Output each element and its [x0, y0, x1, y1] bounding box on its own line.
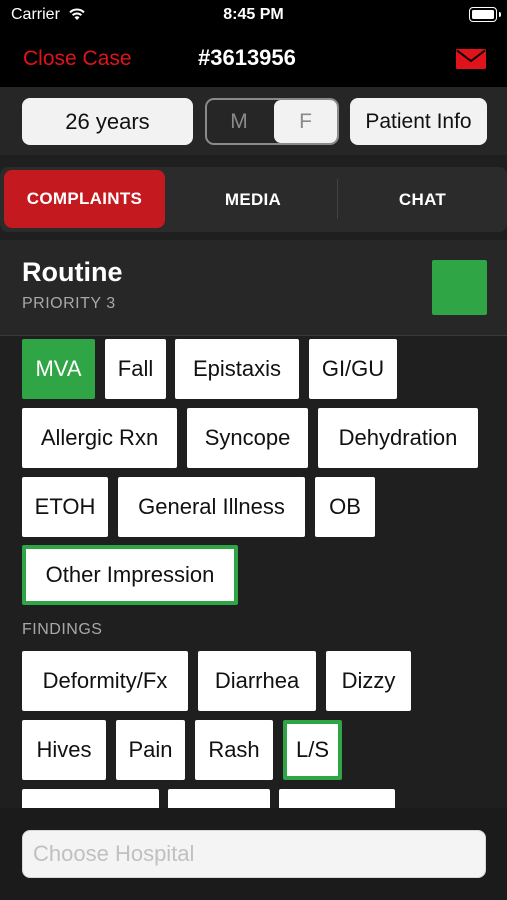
priority-color-swatch[interactable]	[432, 260, 487, 315]
impression-chip-gigu[interactable]: GI/GU	[309, 339, 397, 399]
findings-section-label: FINDINGS	[22, 621, 103, 638]
impression-chip-mva[interactable]: MVA	[22, 339, 95, 399]
tab-media[interactable]: MEDIA	[170, 167, 336, 232]
priority-card[interactable]: Routine PRIORITY 3	[0, 240, 507, 336]
impression-chip-general-illness[interactable]: General Illness	[118, 477, 305, 537]
complaints-scroll-area[interactable]: Routine PRIORITY 3 MVA Fall Epistaxis GI…	[0, 240, 507, 808]
sex-option-f[interactable]: F	[274, 100, 337, 143]
finding-chip-hives[interactable]: Hives	[22, 720, 106, 780]
finding-chip-partial[interactable]	[279, 789, 395, 808]
tab-chat[interactable]: CHAT	[338, 167, 507, 232]
age-button[interactable]: 26 years	[22, 98, 193, 145]
clock: 8:45 PM	[223, 6, 284, 23]
finding-chip-rash[interactable]: Rash	[195, 720, 273, 780]
status-bar: Carrier 8:45 PM	[0, 0, 507, 32]
finding-chip-pain[interactable]: Pain	[116, 720, 185, 780]
patient-row: 26 years M F Patient Info	[0, 87, 507, 155]
navigation-bar: Close Case #3613956	[0, 32, 507, 87]
sex-option-m[interactable]: M	[207, 100, 271, 143]
bottom-bar	[0, 808, 507, 900]
mail-icon[interactable]	[456, 49, 486, 69]
case-number: #3613956	[198, 45, 296, 70]
finding-chip-diarrhea[interactable]: Diarrhea	[198, 651, 316, 711]
impression-chip-ob[interactable]: OB	[315, 477, 375, 537]
segmented-tabs: COMPLAINTS MEDIA CHAT	[0, 167, 507, 232]
priority-level: PRIORITY 3	[22, 295, 116, 312]
choose-hospital-input[interactable]	[22, 830, 486, 878]
finding-chip-dizzy[interactable]: Dizzy	[326, 651, 411, 711]
impression-chip-fall[interactable]: Fall	[105, 339, 166, 399]
finding-chip-partial[interactable]	[168, 789, 270, 808]
patient-info-button[interactable]: Patient Info	[350, 98, 487, 145]
impression-chip-etoh[interactable]: ETOH	[22, 477, 108, 537]
finding-chip-ls[interactable]: L/S	[283, 720, 342, 780]
finding-chip-partial[interactable]	[22, 789, 159, 808]
tab-complaints[interactable]: COMPLAINTS	[4, 170, 165, 228]
finding-chip-deformity-fx[interactable]: Deformity/Fx	[22, 651, 188, 711]
impression-chip-other[interactable]: Other Impression	[22, 545, 238, 605]
impression-chip-syncope[interactable]: Syncope	[187, 408, 308, 468]
impression-chip-dehydration[interactable]: Dehydration	[318, 408, 478, 468]
priority-title: Routine	[22, 257, 123, 287]
sex-toggle[interactable]: M F	[205, 98, 339, 145]
battery-icon	[469, 7, 501, 22]
impression-chip-epistaxis[interactable]: Epistaxis	[175, 339, 299, 399]
impression-chip-allergic-rxn[interactable]: Allergic Rxn	[22, 408, 177, 468]
close-case-button[interactable]: Close Case	[23, 47, 132, 71]
